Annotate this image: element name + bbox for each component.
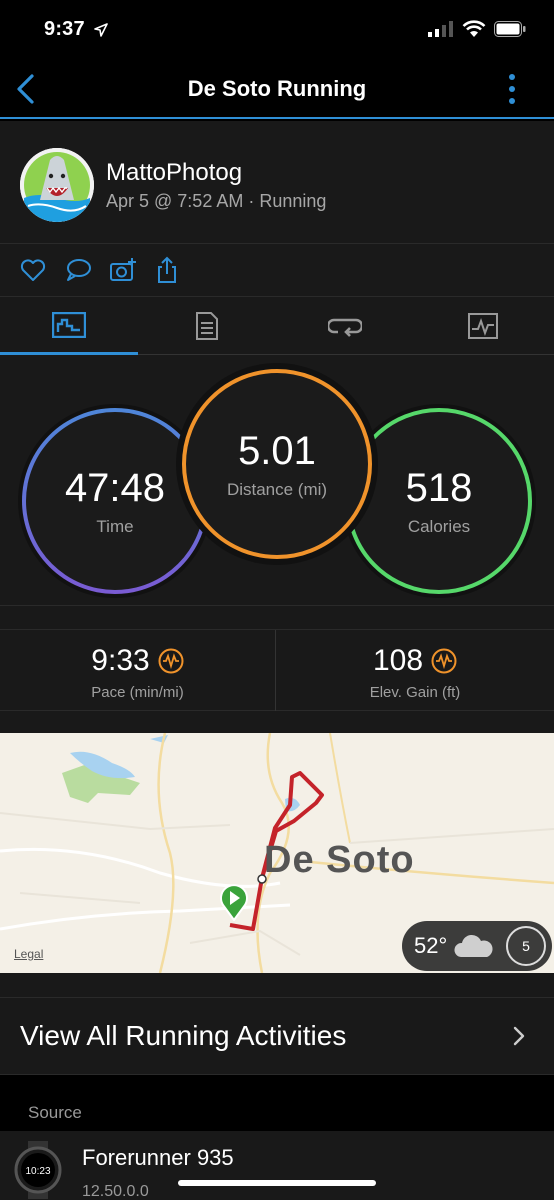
cloud-icon — [454, 934, 493, 957]
stats-document-icon — [196, 312, 218, 340]
wifi-icon — [462, 20, 486, 37]
comment-bubble-icon[interactable] — [64, 256, 92, 284]
status-bar: 9:37 — [0, 0, 554, 60]
time-value: 47:48 — [64, 465, 166, 510]
device-name: Forerunner 935 — [82, 1145, 234, 1170]
elevation-label: Elev. Gain (ft) — [369, 684, 461, 701]
share-icon[interactable] — [153, 256, 181, 284]
status-time: 9:37 — [44, 18, 85, 40]
home-indicator[interactable] — [178, 1180, 376, 1186]
map-place-label: De Soto — [264, 839, 415, 881]
time-label: Time — [96, 516, 134, 536]
tab-laps[interactable] — [276, 297, 414, 355]
divider — [0, 973, 554, 997]
device-version: 12.50.0.0 — [82, 1183, 149, 1200]
wind-indicator: 5 — [506, 926, 546, 966]
chevron-right-icon — [513, 1026, 525, 1046]
time-stat: 47:48 Time — [22, 408, 208, 594]
avatar[interactable] — [20, 148, 94, 222]
view-all-activities-row[interactable]: View All Running Activities — [0, 997, 554, 1075]
source-section-header: Source — [0, 1097, 554, 1131]
weather-badge[interactable]: 52° 5 — [402, 921, 552, 971]
divider — [0, 711, 554, 733]
tab-charts[interactable] — [414, 297, 552, 355]
wind-value: 5 — [522, 938, 530, 954]
activity-tabs — [0, 296, 554, 355]
username[interactable]: MattoPhotog — [106, 159, 242, 187]
pace-metric[interactable]: 9:33 Pace (min/mi) — [0, 630, 276, 712]
elevation-value: 108 — [372, 644, 424, 677]
shark-avatar-icon — [20, 148, 94, 222]
distance-label: Distance (mi) — [226, 479, 328, 499]
tab-stats[interactable] — [138, 297, 276, 355]
source-header: Source — [28, 1103, 82, 1122]
view-all-label: View All Running Activities — [20, 1020, 347, 1051]
battery-icon — [494, 21, 526, 37]
calories-stat: 518 Calories — [346, 408, 532, 594]
calories-value: 518 — [405, 465, 473, 510]
start-marker-icon — [220, 884, 248, 921]
tab-overview[interactable] — [0, 297, 138, 355]
more-options-icon[interactable] — [502, 72, 522, 106]
divider — [0, 605, 554, 629]
action-row — [0, 243, 554, 296]
cellular-signal-icon — [428, 21, 453, 37]
watch-face-time: 10:23 — [25, 1166, 50, 1177]
page-title: De Soto Running — [187, 76, 367, 101]
location-arrow-icon — [94, 23, 108, 37]
charts-graph-icon — [468, 313, 498, 339]
pace-label: Pace (min/mi) — [91, 684, 184, 701]
divider — [0, 1075, 554, 1097]
activity-header: MattoPhotog Apr 5 @ 7:52 AM · Running — [0, 121, 554, 243]
pace-value: 9:33 — [91, 644, 150, 677]
overview-chart-icon — [52, 311, 86, 338]
weather-temperature: 52° — [414, 933, 448, 958]
summary-stats: 47:48 Time 518 Calories 5.01 Distance (m… — [0, 355, 554, 605]
route-map[interactable]: De Soto Legal 52° 5 — [0, 733, 554, 973]
source-device-row[interactable]: 10:23 Forerunner 935 12.50.0.0 — [0, 1131, 554, 1200]
watch-icon: 10:23 — [14, 1141, 62, 1199]
activity-meta: Apr 5 @ 7:52 AM · Running — [106, 191, 327, 211]
elevation-insight-icon — [431, 648, 457, 674]
nav-bar: De Soto Running — [0, 60, 554, 119]
like-heart-icon[interactable] — [19, 256, 47, 284]
secondary-metrics: 9:33 Pace (min/mi) 108 Elev. Gain (ft) — [0, 629, 554, 712]
distance-stat: 5.01 Distance (mi) — [182, 369, 372, 559]
add-photo-icon[interactable] — [109, 256, 137, 284]
map-legal-link[interactable]: Legal — [14, 947, 43, 961]
laps-loop-icon — [328, 318, 362, 337]
calories-label: Calories — [407, 516, 471, 536]
elevation-metric[interactable]: 108 Elev. Gain (ft) — [277, 630, 553, 712]
distance-value: 5.01 — [238, 428, 316, 473]
pace-insight-icon — [158, 648, 184, 674]
